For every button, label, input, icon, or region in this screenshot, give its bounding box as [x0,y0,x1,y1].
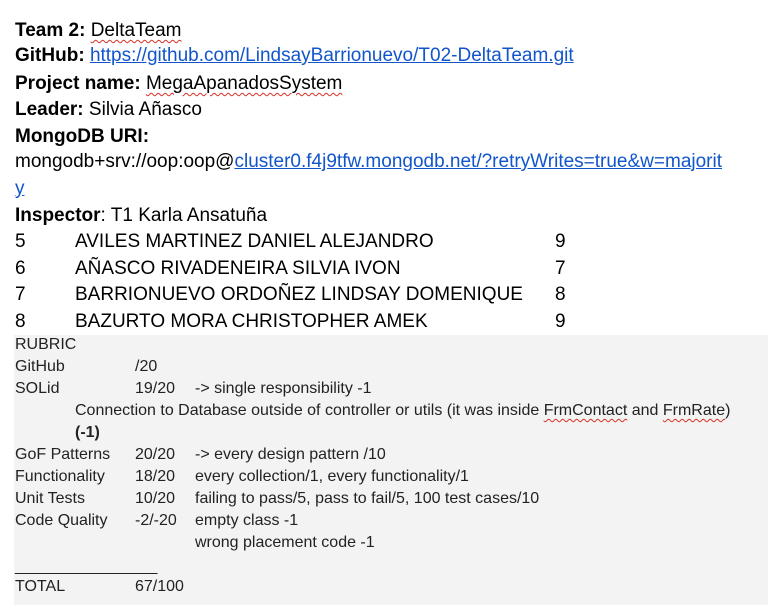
leader-line: Leader: Silvia Añasco [15,98,202,122]
rubric-solid-note: -> single responsibility -1 [195,380,372,397]
solid-detail-post: ) [725,402,731,419]
rubric-total-score: 67/100 [135,578,184,595]
mongo-prefix: mongodb+srv://oop:oop@ [15,151,235,172]
rubric-code-quality-label: Code Quality [15,512,108,529]
solid-detail-pre: Connection to Database outside of contro… [75,402,544,419]
inspector-value: : T1 Karla Ansatuña [100,205,268,226]
member-name: BAZURTO MORA CHRISTOPHER AMEK [75,311,428,332]
project-value: MegaApanadosSystem [145,73,343,94]
leader-label: Leader: [15,99,84,120]
github-label: GitHub: [15,45,85,66]
solid-detail-mid: and [627,402,663,419]
github-link[interactable]: https://github.com/LindsayBarrionuevo/T0… [90,45,574,66]
rubric-functionality-note: every collection/1, every functionality/… [195,468,469,485]
rubric-title: RUBRIC [15,336,77,353]
rubric-gof-label: GoF Patterns [15,446,111,463]
rubric-functionality-score: 18/20 [135,468,176,485]
mongo-label-line: MongoDB URI: [15,125,149,149]
project-label: Project name: [15,73,141,94]
member-number: 5 [15,231,26,252]
team-value: DeltaTeam [90,20,182,41]
solid-detail-frm2: FrmRate [662,402,726,419]
member-score: 9 [555,231,566,252]
rubric-github-score: /20 [135,358,158,375]
member-name: AVILES MARTINEZ DANIEL ALEJANDRO [75,231,434,252]
mongo-uri-line2: y [15,177,25,201]
rubric-code-quality-score: -2/-20 [135,512,177,529]
inspector-label: Inspector [15,205,101,226]
member-number: 7 [15,284,26,305]
member-number: 6 [15,258,26,279]
rubric-unit-tests-score: 10/20 [135,490,176,507]
rubric-block: RUBRIC GitHub /20 SOLid 19/20 -> single … [14,335,768,605]
rubric-solid-penalty: (-1) [75,424,100,441]
rubric-solid-detail: Connection to Database outside of contro… [75,401,730,421]
rubric-gof-score: 20/20 [135,446,176,463]
member-score: 9 [555,311,566,332]
mongo-link[interactable]: cluster0.f4j9tfw.mongodb.net/?retryWrite… [234,151,722,172]
rubric-total-label: TOTAL [15,578,66,595]
rubric-code-quality-note: empty class -1 [195,512,299,529]
member-number: 8 [15,311,26,332]
member-score: 7 [555,258,566,279]
rubric-functionality-label: Functionality [15,468,105,485]
team-label: Team 2: [15,20,86,41]
rubric-solid-score: 19/20 [135,380,176,397]
member-name: BARRIONUEVO ORDOÑEZ LINDSAY DOMENIQUE [75,284,523,305]
rubric-unit-tests-note: failing to pass/5, pass to fail/5, 100 t… [195,490,540,507]
team-line: Team 2: DeltaTeam [15,19,182,43]
rubric-solid-label: SOLid [15,380,60,397]
rubric-separator: ________________ [15,558,158,575]
member-name: AÑASCO RIVADENEIRA SILVIA IVON [75,258,401,279]
solid-detail-frm1: FrmContact [543,402,628,419]
rubric-github-label: GitHub [15,358,65,375]
rubric-gof-note: -> every design pattern /10 [195,446,386,463]
member-score: 8 [555,284,566,305]
leader-value: Silvia Añasco [88,99,202,120]
mongo-label: MongoDB URI: [15,126,150,147]
project-line: Project name: MegaApanadosSystem [15,72,342,96]
github-line: GitHub: https://github.com/LindsayBarrio… [15,44,574,68]
mongo-uri-line: mongodb+srv://oop:oop@cluster0.f4j9tfw.m… [15,150,722,174]
mongo-link-continued[interactable]: y [15,178,25,199]
rubric-unit-tests-label: Unit Tests [15,490,85,507]
rubric-code-quality-note-2: wrong placement code -1 [195,534,375,551]
inspector-line: Inspector: T1 Karla Ansatuña [15,204,267,228]
